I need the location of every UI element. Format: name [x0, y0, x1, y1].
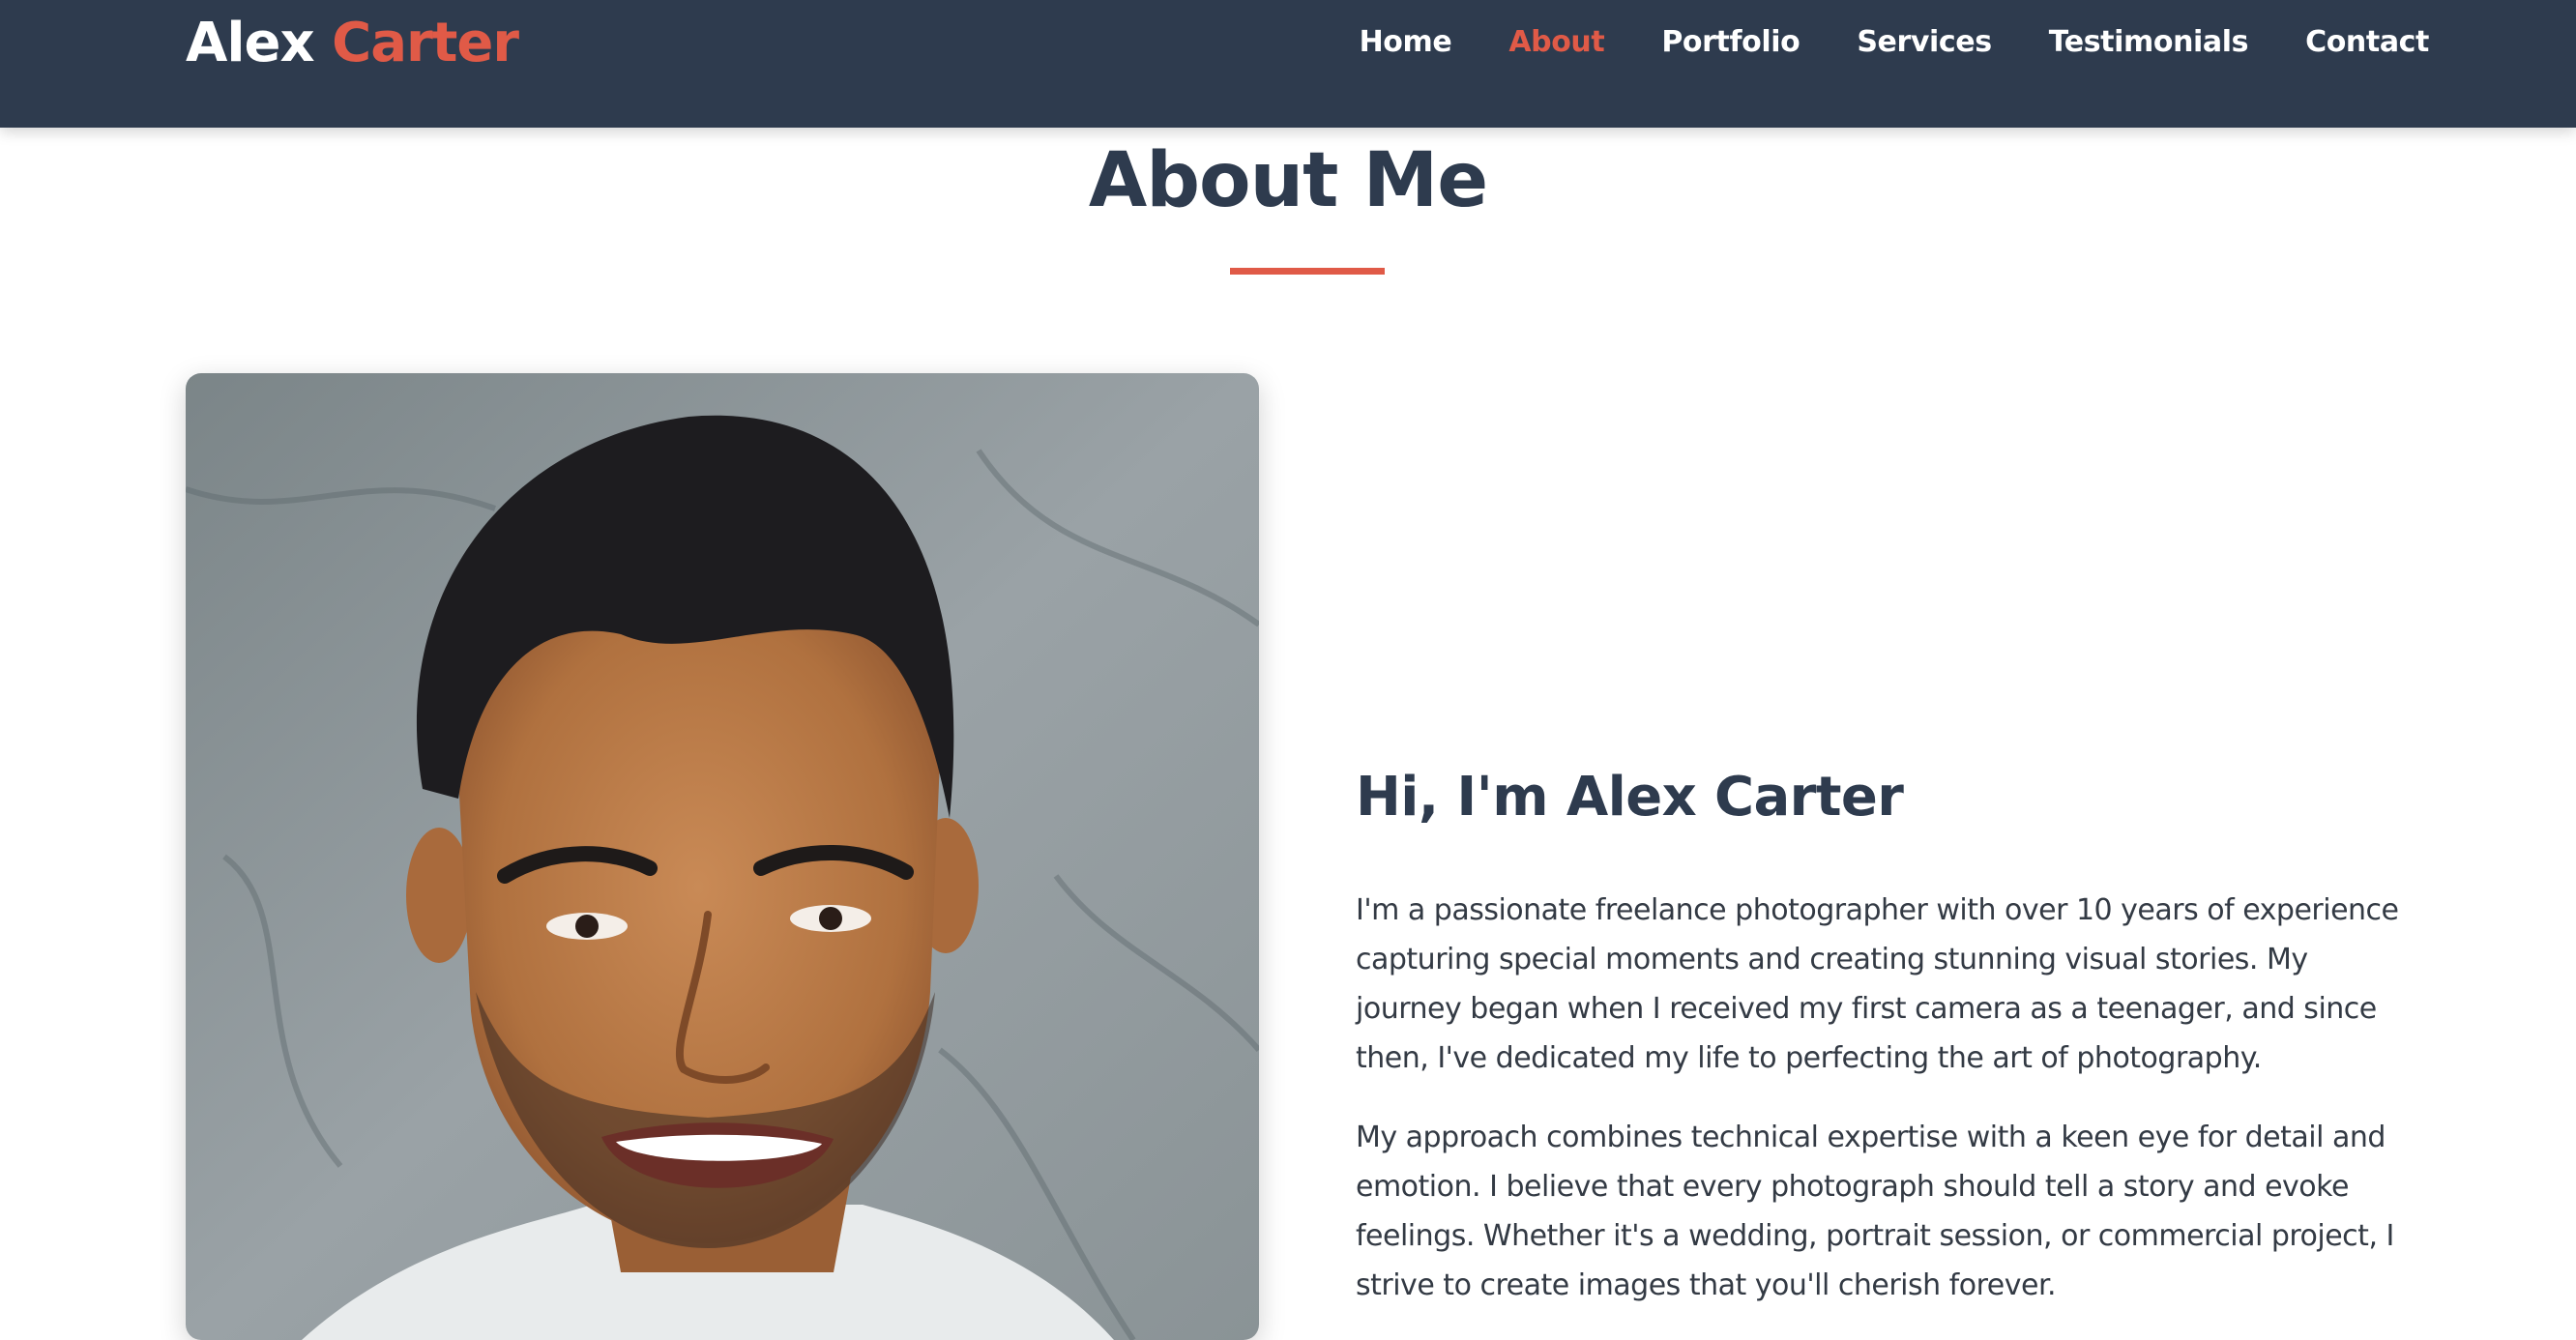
profile-photo — [186, 373, 1259, 1340]
about-paragraph-2: My approach combines technical expertise… — [1356, 1121, 2394, 1302]
logo-last-name: Carter — [332, 12, 519, 74]
nav-link-home[interactable]: Home — [1360, 25, 1452, 59]
portrait-image — [186, 373, 1259, 1340]
logo-first-name: Alex — [186, 12, 315, 74]
intro-heading: Hi, I'm Alex Carter — [1356, 766, 1904, 829]
title-underline — [1230, 268, 1385, 275]
nav-link-portfolio[interactable]: Portfolio — [1661, 25, 1800, 59]
site-logo[interactable]: Alex Carter — [186, 12, 519, 74]
nav-link-services[interactable]: Services — [1857, 25, 1992, 59]
section-title: About Me — [1088, 137, 1488, 224]
nav-link-testimonials[interactable]: Testimonials — [2049, 25, 2249, 59]
nav-link-contact[interactable]: Contact — [2305, 25, 2429, 59]
nav-link-about[interactable]: About — [1508, 25, 1604, 59]
main-navigation: Home About Portfolio Services Testimonia… — [1303, 25, 2430, 59]
about-paragraph-1: I'm a passionate freelance photographer … — [1356, 893, 2399, 1075]
site-header: Alex Carter Home About Portfolio Service… — [0, 0, 2576, 128]
